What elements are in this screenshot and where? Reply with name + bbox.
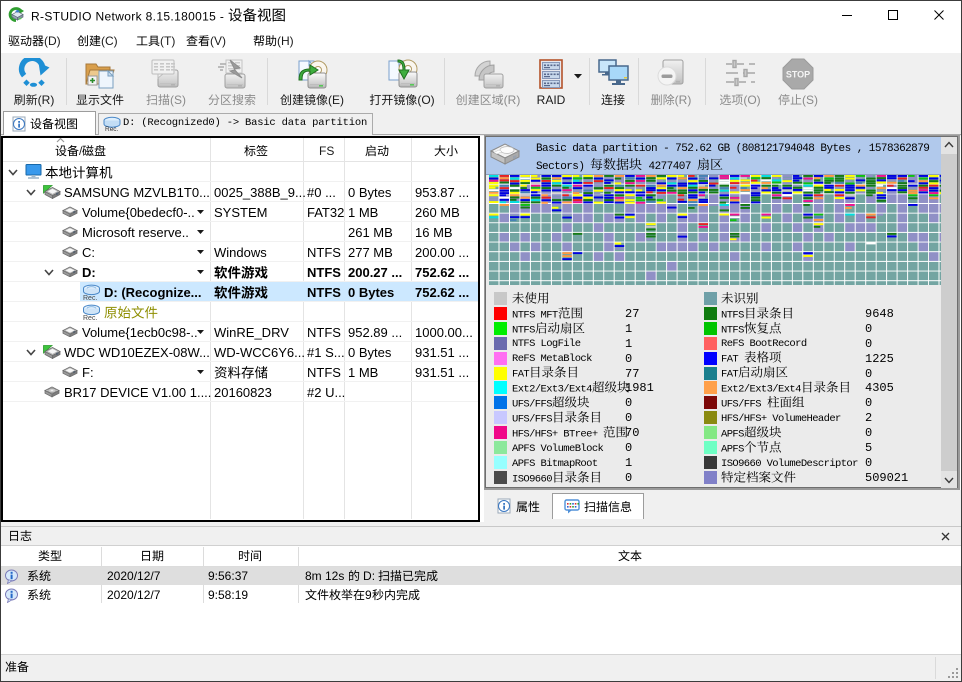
svg-text:Rec.: Rec. [83,315,97,321]
svg-text:Rec.: Rec. [105,126,119,132]
svg-text:STOP: STOP [786,70,810,80]
svg-text:Rec.: Rec. [83,295,97,301]
